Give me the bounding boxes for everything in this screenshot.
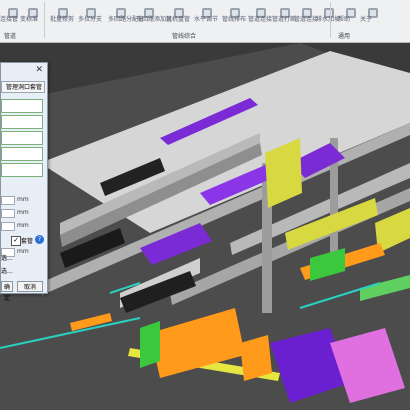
tool-label: 批量修剪: [50, 16, 75, 23]
list-row[interactable]: [1, 99, 43, 113]
tool-label: 管道连接: [294, 16, 319, 23]
tool-label: 变标准: [20, 16, 39, 23]
list-row[interactable]: [1, 131, 43, 145]
ok-button[interactable]: 确定: [1, 281, 13, 302]
list-row[interactable]: [1, 163, 43, 177]
unit-label: mm: [17, 248, 29, 255]
tool-label: 管道连接: [248, 16, 273, 23]
ribbon-separator: [330, 2, 331, 38]
ribbon-toolbar: 连接管 变标准 批量修剪 多拉分支 多回路分配管 多回路添加管 风机盘管 水平调节 管线排布 管道…: [0, 0, 410, 43]
manage-sleeve-button[interactable]: 管理洞口套管: [1, 81, 45, 93]
sleeve-dialog: ✕ 管理洞口套管 mm mm mm mm ✓ 套管 ? 选... 选... 确定…: [0, 62, 48, 302]
cancel-button[interactable]: 取消: [17, 281, 43, 292]
ribbon-group-general: 通用: [338, 33, 351, 40]
close-icon[interactable]: ✕: [35, 65, 43, 75]
tool-label: 排水加坡: [316, 16, 341, 23]
tool-label: 帮助: [338, 16, 351, 23]
duct-orange: [240, 335, 272, 381]
model-scene[interactable]: [0, 43, 410, 410]
tool-label: 风机盘管: [166, 16, 191, 23]
ribbon-separator: [44, 2, 45, 38]
unit-label: mm: [17, 196, 29, 203]
size-input[interactable]: [1, 209, 15, 218]
unit-label: mm: [17, 222, 29, 229]
select-label[interactable]: 选...: [1, 253, 13, 262]
ribbon-group-pipe: 管道: [4, 33, 17, 40]
select-label[interactable]: 选...: [1, 266, 13, 275]
size-input[interactable]: [1, 222, 15, 231]
list-row[interactable]: [1, 115, 43, 129]
help-icon[interactable]: ?: [35, 235, 44, 244]
tool-label: 连接管: [0, 16, 19, 23]
size-input[interactable]: [1, 196, 15, 205]
sleeve-checkbox-label: 套管: [21, 238, 34, 245]
unit-label: mm: [17, 209, 29, 216]
tool-label: 多拉分支: [78, 16, 103, 23]
tool-label: 水平调节: [194, 16, 219, 23]
tool-label: 管道打断: [272, 16, 297, 23]
tool-label: 管线排布: [222, 16, 247, 23]
3d-model-viewport[interactable]: [0, 43, 410, 410]
tool-label: 关于: [360, 16, 373, 23]
sleeve-checkbox[interactable]: ✓: [11, 236, 21, 246]
ribbon-group-coordination: 管线综合: [172, 33, 197, 40]
fitting-green: [140, 321, 160, 368]
list-row[interactable]: [1, 147, 43, 161]
